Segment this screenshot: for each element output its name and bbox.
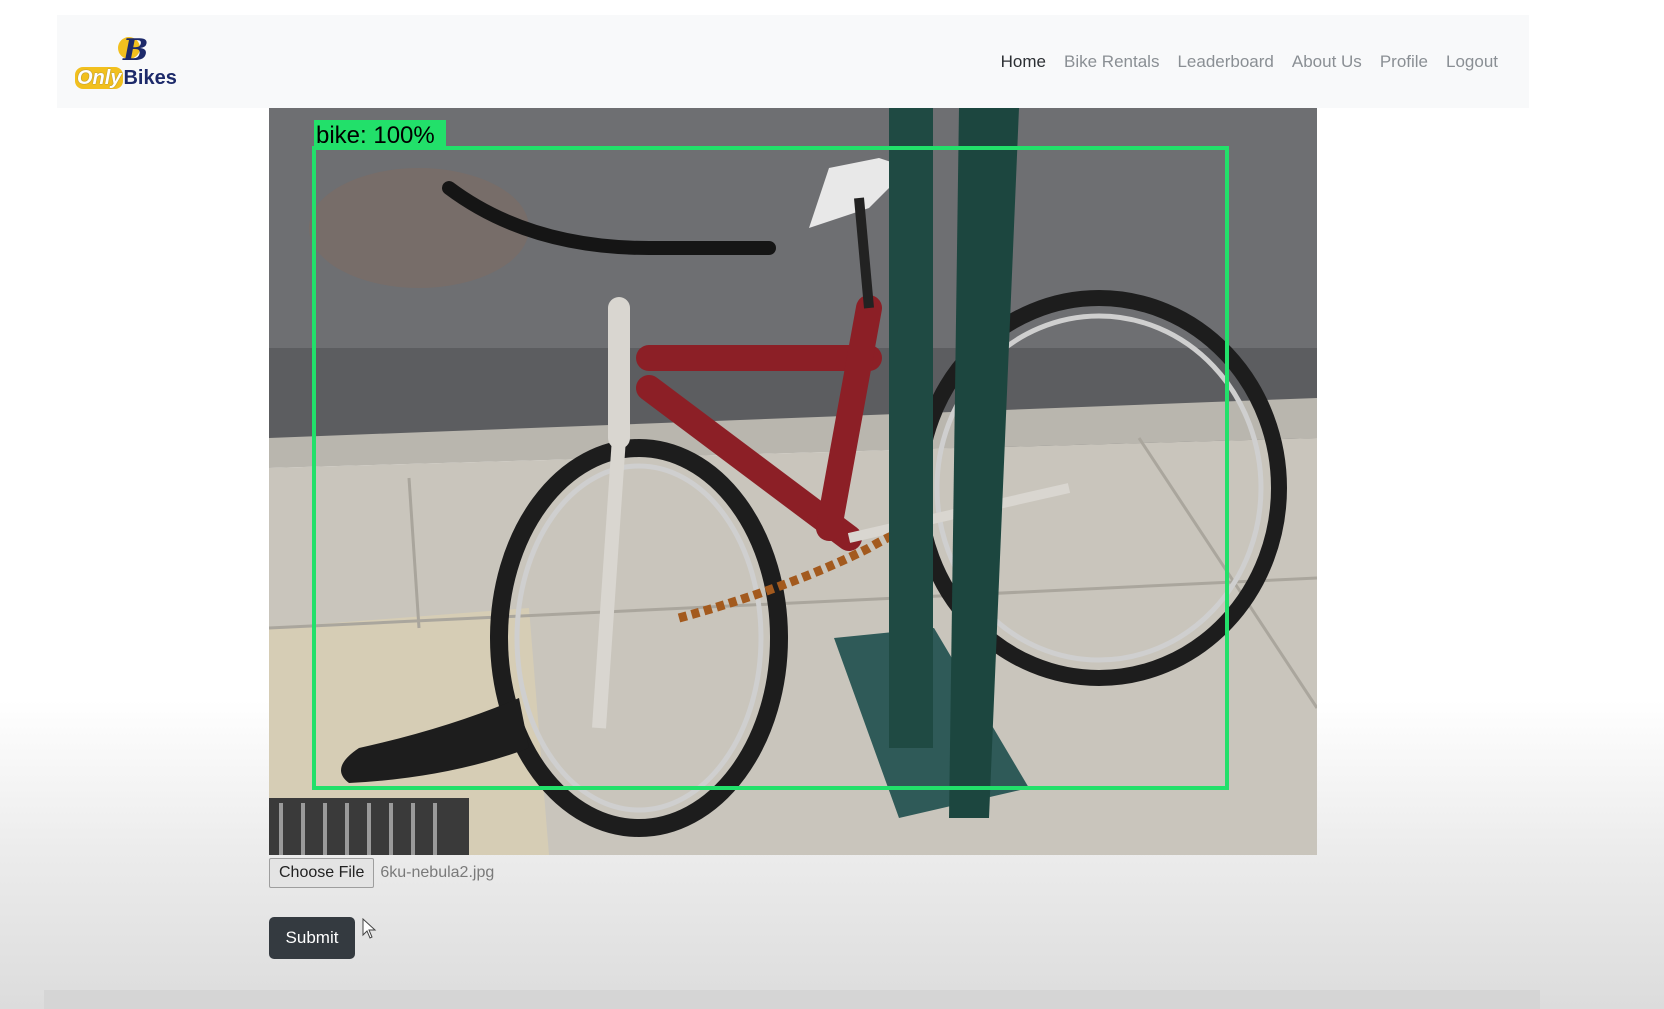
brand-wordmark: Only Bikes (75, 67, 177, 90)
brand-word-bikes: Bikes (123, 67, 177, 89)
nav-link-logout[interactable]: Logout (1437, 52, 1507, 72)
choose-file-button[interactable]: Choose File (269, 858, 375, 888)
file-upload: Choose File 6ku-nebula2.jpg (269, 858, 494, 888)
mouse-cursor-icon (362, 918, 377, 939)
selected-file-name: 6ku-nebula2.jpg (380, 864, 495, 881)
nav-links: Home Bike Rentals Leaderboard About Us P… (992, 52, 1507, 72)
nav-link-leaderboard[interactable]: Leaderboard (1168, 52, 1282, 72)
submit-button[interactable]: Submit (269, 917, 355, 959)
brand-logo[interactable]: B Only Bikes (75, 33, 185, 93)
logo-letter: B (123, 33, 149, 68)
nav-link-profile[interactable]: Profile (1371, 52, 1437, 72)
nav-link-bike-rentals[interactable]: Bike Rentals (1055, 52, 1168, 72)
bike-photo-illustration: bike: 100% (269, 108, 1317, 855)
navbar: B Only Bikes Home Bike Rentals Leaderboar… (57, 15, 1529, 108)
nav-link-home[interactable]: Home (992, 52, 1055, 72)
nav-link-about-us[interactable]: About Us (1283, 52, 1371, 72)
detection-result-image: bike: 100% (269, 108, 1317, 855)
detection-label: bike: 100% (316, 122, 435, 149)
footer-strip (44, 990, 1540, 1009)
brand-word-only: Only (75, 67, 124, 89)
